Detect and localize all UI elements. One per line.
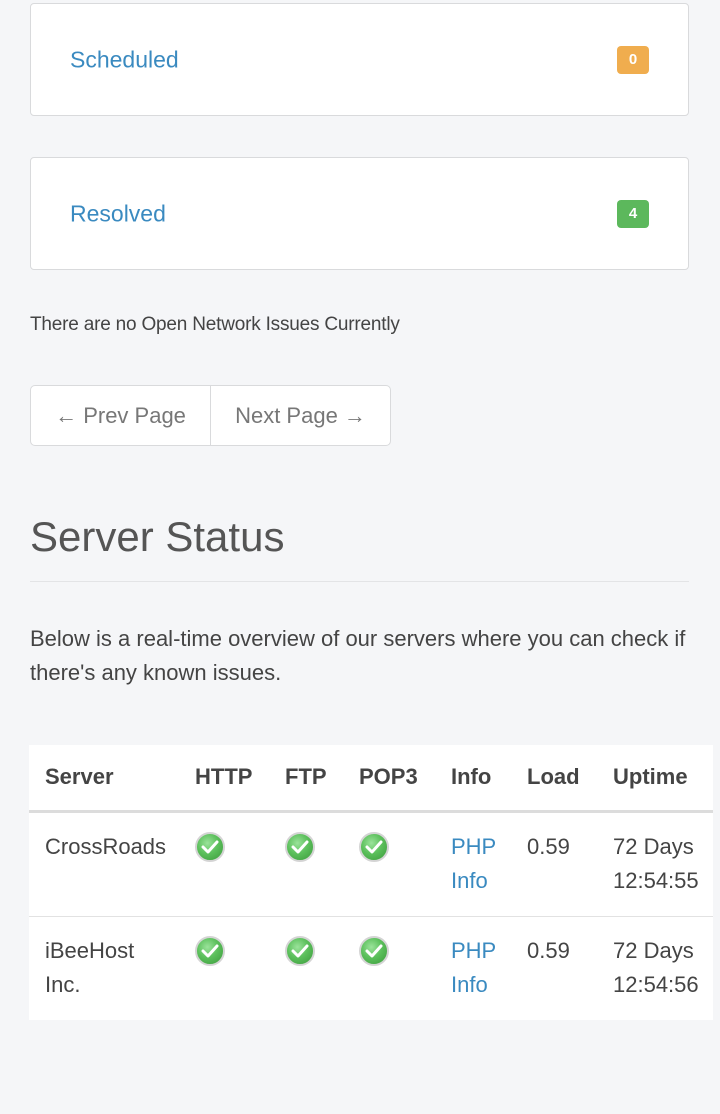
ftp-ok-check-icon [285, 831, 315, 862]
col-pop3: POP3 [359, 745, 451, 813]
col-server: Server [29, 745, 195, 813]
php-info-link[interactable]: PHP Info [451, 916, 527, 1020]
server-load: 0.59 [527, 811, 613, 917]
server-status-title: Server Status [30, 513, 285, 560]
col-ftp: FTP [285, 745, 359, 813]
col-info: Info [451, 745, 527, 813]
no-open-issues-text: There are no Open Network Issues Current… [30, 314, 400, 335]
server-uptime: 72 Days 12:54:55 [613, 811, 713, 917]
php-info-link[interactable]: PHP Info [451, 811, 527, 917]
resolved-link[interactable]: Resolved [70, 200, 166, 227]
ftp-ok-check-icon [285, 935, 315, 966]
scheduled-panel[interactable]: Scheduled 0 [30, 3, 689, 116]
table-row: iBeeHost Inc. PHP Info 0.59 72 Days 12:54:5… [29, 916, 713, 1020]
table-row: CrossRoads PHP Info 0.59 72 Days 12:54:55 [29, 811, 713, 917]
title-divider [30, 581, 689, 582]
server-name: CrossRoads [29, 811, 195, 917]
resolved-panel[interactable]: Resolved 4 [30, 157, 689, 270]
table-header-row: Server HTTP FTP POP3 Info Load Uptime [29, 745, 713, 813]
http-ok-check-icon [195, 935, 225, 966]
next-page-button[interactable]: Next Page → [210, 386, 390, 445]
page: Scheduled 0 Resolved 4 There are no Open… [0, 0, 720, 1114]
scheduled-count-badge: 0 [617, 45, 649, 74]
col-load: Load [527, 745, 613, 813]
prev-page-button[interactable]: ← Prev Page [31, 386, 210, 445]
scheduled-link[interactable]: Scheduled [70, 46, 179, 73]
col-uptime: Uptime [613, 745, 713, 813]
server-uptime: 72 Days 12:54:56 [613, 937, 699, 997]
server-status-table: Server HTTP FTP POP3 Info Load Uptime Cr… [29, 745, 713, 1020]
server-name: iBeeHost Inc. [45, 937, 135, 997]
server-load: 0.59 [527, 937, 570, 963]
col-http: HTTP [195, 745, 285, 813]
pop3-ok-check-icon [359, 831, 389, 862]
server-status-intro: Below is a real-time overview of our ser… [30, 626, 686, 685]
resolved-count-badge: 4 [617, 199, 649, 228]
pagination: ← Prev Page Next Page → [30, 385, 391, 446]
pop3-ok-check-icon [359, 935, 389, 966]
http-ok-check-icon [195, 831, 225, 862]
